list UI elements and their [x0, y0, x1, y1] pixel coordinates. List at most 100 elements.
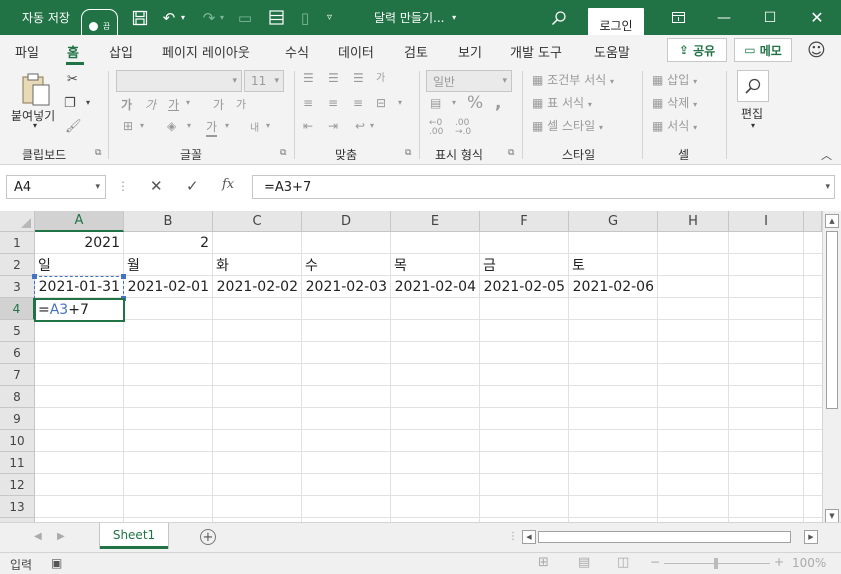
copy-icon[interactable]: ❐: [64, 96, 76, 111]
row-header-5[interactable]: 5: [0, 320, 35, 342]
cell-b3[interactable]: 2021-02-01: [124, 276, 212, 298]
active-cell-a4[interactable]: = A3 +7: [34, 298, 125, 322]
layout-icon[interactable]: [265, 0, 287, 35]
row-header-9[interactable]: 9: [0, 408, 35, 430]
tab-home[interactable]: 홈: [67, 42, 79, 61]
column-header-h[interactable]: H: [658, 211, 729, 232]
cell-b2[interactable]: 월: [124, 254, 212, 276]
column-header-a[interactable]: A: [35, 211, 124, 232]
horizontal-scrollbar[interactable]: ◀ ▶: [520, 530, 820, 545]
prev-sheet-icon[interactable]: ◀: [34, 531, 42, 542]
column-header-g[interactable]: G: [569, 211, 658, 232]
scroll-down-icon[interactable]: ▼: [825, 509, 839, 523]
minimize-icon[interactable]: —: [701, 0, 747, 35]
share-button[interactable]: ⇪ 공유: [667, 38, 727, 62]
row-header-13[interactable]: 13: [0, 496, 35, 518]
cell-g3[interactable]: 2021-02-06: [569, 276, 657, 298]
undo-dropdown-icon[interactable]: ▾: [181, 0, 185, 35]
document-title[interactable]: 달력 만들기... ▾: [374, 0, 456, 35]
tab-data[interactable]: 데이터: [338, 42, 374, 61]
column-header-c[interactable]: C: [213, 211, 302, 232]
ribbon-display-options-icon[interactable]: [655, 0, 701, 35]
formula-input[interactable]: =A3+7 ▾: [252, 175, 835, 199]
zoom-slider-thumb[interactable]: [714, 558, 718, 569]
cell-g2[interactable]: 토: [569, 254, 657, 276]
enter-icon[interactable]: ✓: [186, 177, 199, 195]
customize-qat-icon[interactable]: ▿: [327, 0, 332, 35]
cell-d3[interactable]: 2021-02-03: [302, 276, 390, 298]
tab-developer[interactable]: 개발 도구: [510, 42, 562, 61]
cut-icon[interactable]: ✂: [67, 72, 78, 87]
undo-icon[interactable]: ↶: [158, 0, 180, 35]
close-icon[interactable]: ✕: [794, 0, 840, 35]
cell-a1[interactable]: 2021: [35, 232, 123, 254]
select-all-corner[interactable]: [0, 211, 35, 232]
cell-c2[interactable]: 화: [213, 254, 301, 276]
scroll-left-icon[interactable]: ◀: [522, 530, 536, 544]
tab-view[interactable]: 보기: [458, 42, 482, 61]
save-icon[interactable]: [129, 0, 151, 35]
page-break-view-icon[interactable]: ◫: [617, 555, 629, 570]
next-sheet-icon[interactable]: ▶: [57, 531, 65, 542]
cell-c3[interactable]: 2021-02-02: [213, 276, 301, 298]
tab-page-layout[interactable]: 페이지 레이아웃: [162, 42, 250, 61]
column-header-f[interactable]: F: [480, 211, 569, 232]
editing-button[interactable]: 편집: [741, 105, 763, 122]
cancel-icon[interactable]: ✕: [150, 177, 163, 195]
page-layout-view-icon[interactable]: ▤: [578, 555, 590, 570]
sheet-tab-sheet1[interactable]: Sheet1: [100, 523, 168, 549]
tab-split-grip-icon[interactable]: ⋮: [508, 531, 518, 542]
format-painter-icon[interactable]: 🖌: [65, 119, 82, 134]
add-sheet-icon[interactable]: +: [200, 529, 216, 545]
zoom-out-icon[interactable]: −: [650, 555, 660, 569]
normal-view-icon[interactable]: ⊞: [538, 555, 549, 570]
zoom-level[interactable]: 100%: [792, 556, 826, 570]
copy-dropdown-icon[interactable]: ▾: [86, 98, 90, 107]
horizontal-scroll-thumb[interactable]: [538, 531, 791, 543]
clipboard-launcher-icon[interactable]: ⧉: [95, 148, 101, 158]
tab-insert[interactable]: 삽입: [109, 42, 133, 61]
vertical-scroll-thumb[interactable]: [826, 231, 838, 409]
cell-d2[interactable]: 수: [302, 254, 390, 276]
row-header-10[interactable]: 10: [0, 430, 35, 452]
cell-f3[interactable]: 2021-02-05: [480, 276, 568, 298]
tab-review[interactable]: 검토: [404, 42, 428, 61]
zoom-in-icon[interactable]: +: [774, 555, 784, 569]
scroll-right-icon[interactable]: ▶: [804, 530, 818, 544]
name-box[interactable]: A4 ▾: [6, 175, 106, 199]
cell-f2[interactable]: 금: [480, 254, 568, 276]
row-header-2[interactable]: 2: [0, 254, 35, 276]
row-header-4[interactable]: 4: [0, 298, 35, 320]
row-header-12[interactable]: 12: [0, 474, 35, 496]
column-header-b[interactable]: B: [124, 211, 213, 232]
scroll-up-icon[interactable]: ▲: [825, 214, 839, 228]
editing-dropdown-icon[interactable]: ▾: [751, 121, 755, 130]
macro-record-icon[interactable]: ▣: [51, 556, 62, 570]
tab-file[interactable]: 파일: [15, 42, 39, 61]
cell-e3[interactable]: 2021-02-04: [391, 276, 479, 298]
row-header-7[interactable]: 7: [0, 364, 35, 386]
cell-b1[interactable]: 2: [124, 232, 212, 254]
collapse-ribbon-icon[interactable]: ︿: [821, 147, 832, 163]
search-icon[interactable]: [551, 0, 567, 35]
spreadsheet-grid[interactable]: A B C D E F G H I 1 2 3 4 5 6 7 8 9 10 1…: [0, 211, 822, 522]
row-header-8[interactable]: 8: [0, 386, 35, 408]
editing-search-icon[interactable]: [737, 70, 769, 102]
row-header-11[interactable]: 11: [0, 452, 35, 474]
cell-a2[interactable]: 일: [35, 254, 123, 276]
vertical-scrollbar[interactable]: ▲ ▼: [822, 211, 841, 523]
row-header-6[interactable]: 6: [0, 342, 35, 364]
column-header-d[interactable]: D: [302, 211, 391, 232]
tab-formulas[interactable]: 수식: [285, 42, 309, 61]
maximize-icon[interactable]: ☐: [747, 0, 793, 35]
row-header-1[interactable]: 1: [0, 232, 35, 254]
cell-e2[interactable]: 목: [391, 254, 479, 276]
paste-icon[interactable]: [21, 73, 51, 107]
column-header-e[interactable]: E: [391, 211, 480, 232]
tab-help[interactable]: 도움말: [594, 42, 630, 61]
paste-dropdown-icon[interactable]: ▾: [33, 121, 37, 130]
memo-button[interactable]: ▭ 메모: [734, 38, 792, 62]
row-header-3[interactable]: 3: [0, 276, 35, 298]
column-header-i[interactable]: I: [729, 211, 804, 232]
insert-function-icon[interactable]: fx: [222, 177, 234, 192]
